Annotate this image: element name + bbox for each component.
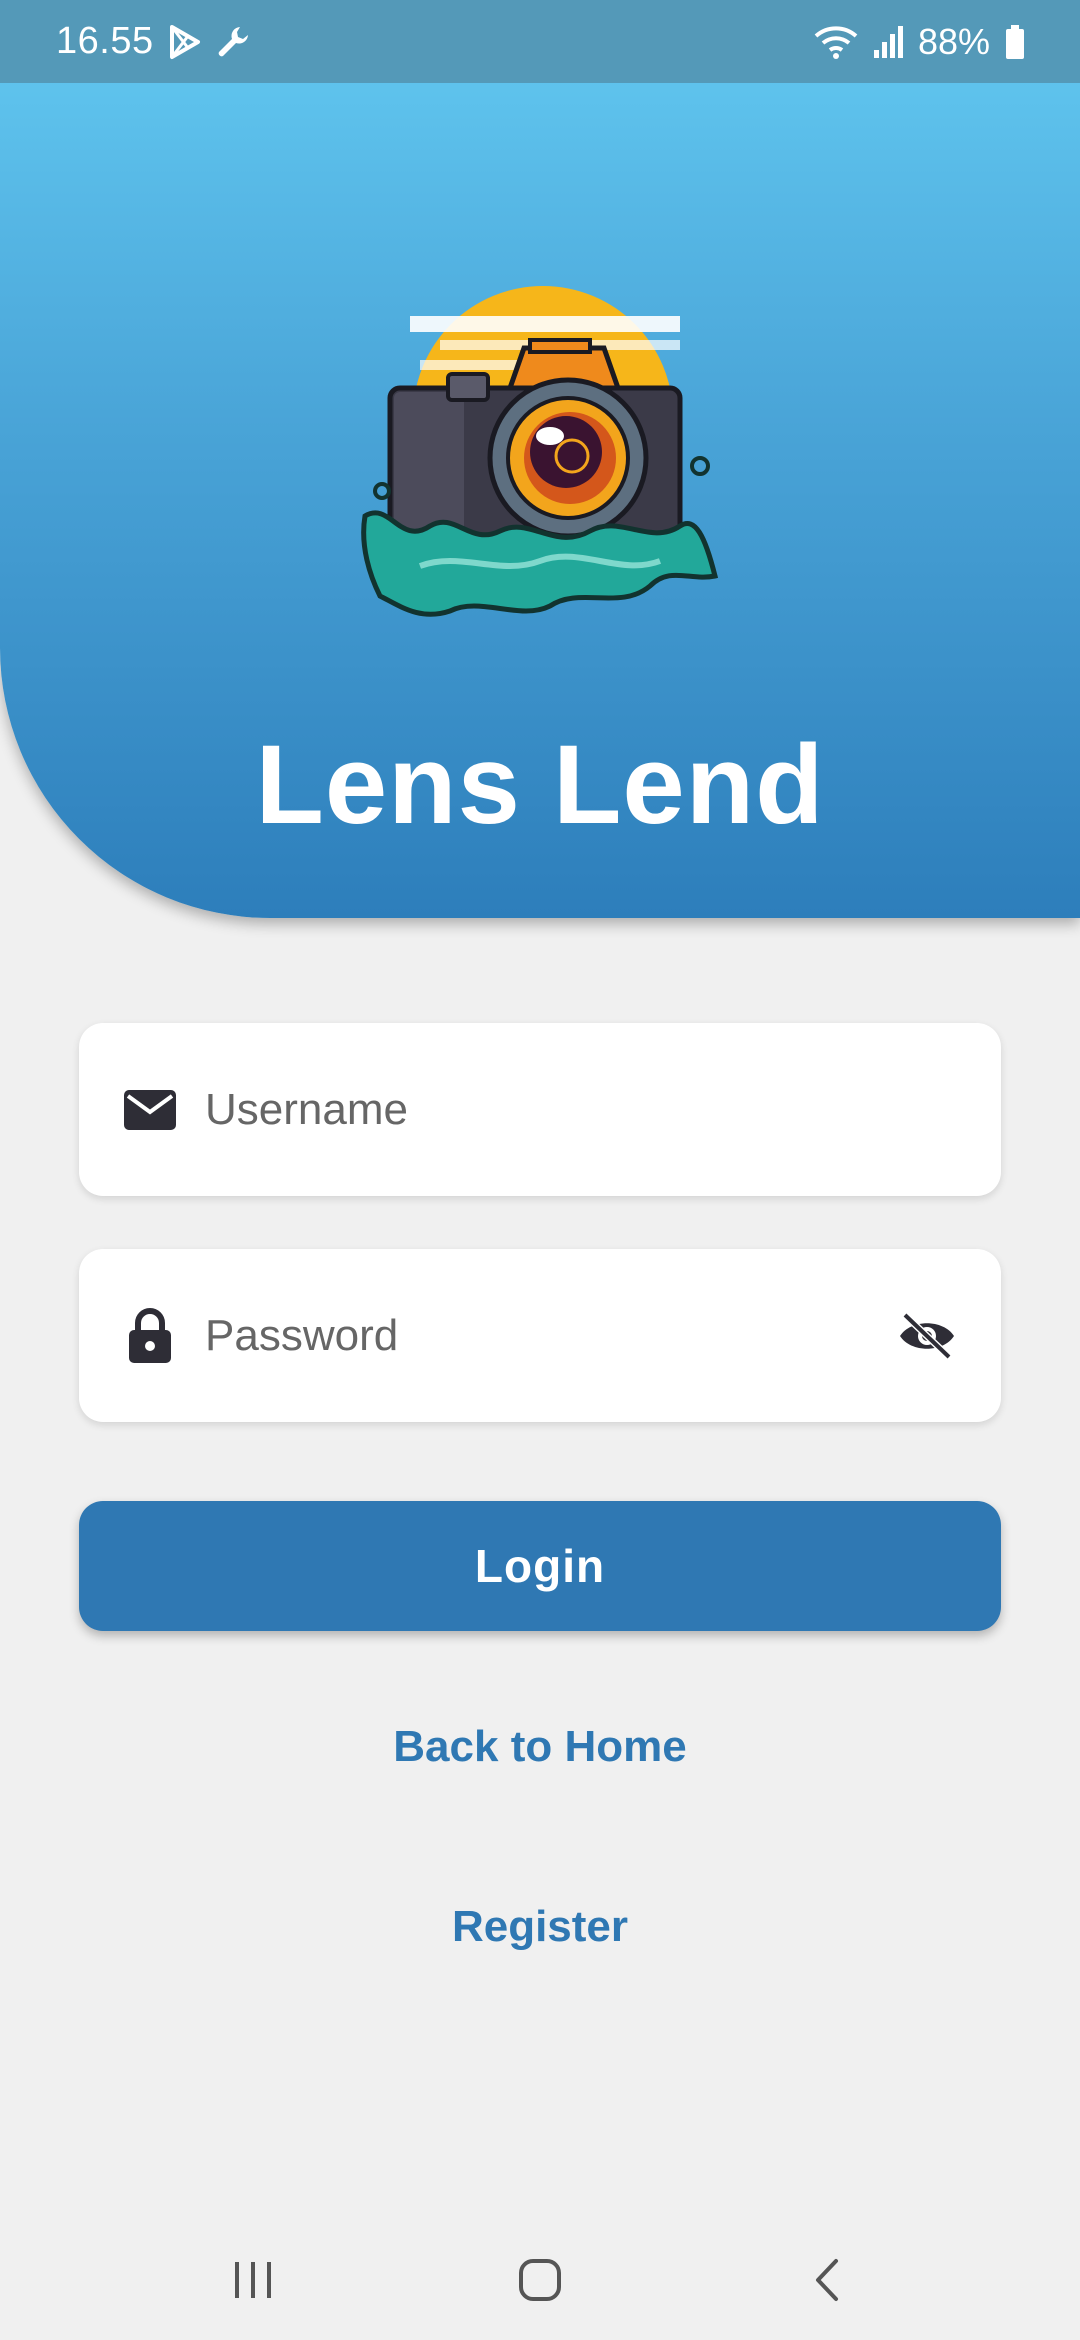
battery-icon	[1004, 24, 1026, 60]
header-banner: Lens Lend	[0, 0, 1080, 918]
eye-off-icon[interactable]	[887, 1296, 967, 1376]
wifi-icon	[814, 24, 858, 60]
signal-icon	[872, 24, 904, 60]
mail-icon	[113, 1073, 187, 1147]
recent-apps-icon[interactable]	[193, 2230, 313, 2330]
password-input[interactable]	[205, 1310, 887, 1361]
wrench-icon	[216, 24, 252, 60]
camera-logo-icon	[360, 276, 730, 646]
username-field[interactable]	[79, 1023, 1001, 1196]
password-field[interactable]	[79, 1249, 1001, 1422]
back-icon[interactable]	[767, 2230, 887, 2330]
back-to-home-link[interactable]: Back to Home	[0, 1722, 1080, 1772]
register-link[interactable]: Register	[0, 1902, 1080, 1952]
username-input[interactable]	[205, 1084, 967, 1135]
play-store-icon	[168, 24, 202, 60]
app-title: Lens Lend	[255, 722, 825, 847]
lock-icon	[113, 1299, 187, 1373]
battery-percent: 88%	[917, 20, 990, 62]
login-button[interactable]: Login	[79, 1501, 1001, 1631]
status-bar: 16.55 88%	[0, 0, 1080, 83]
status-time: 16.55	[56, 20, 154, 62]
system-nav-bar	[0, 2220, 1080, 2340]
home-icon[interactable]	[480, 2230, 600, 2330]
